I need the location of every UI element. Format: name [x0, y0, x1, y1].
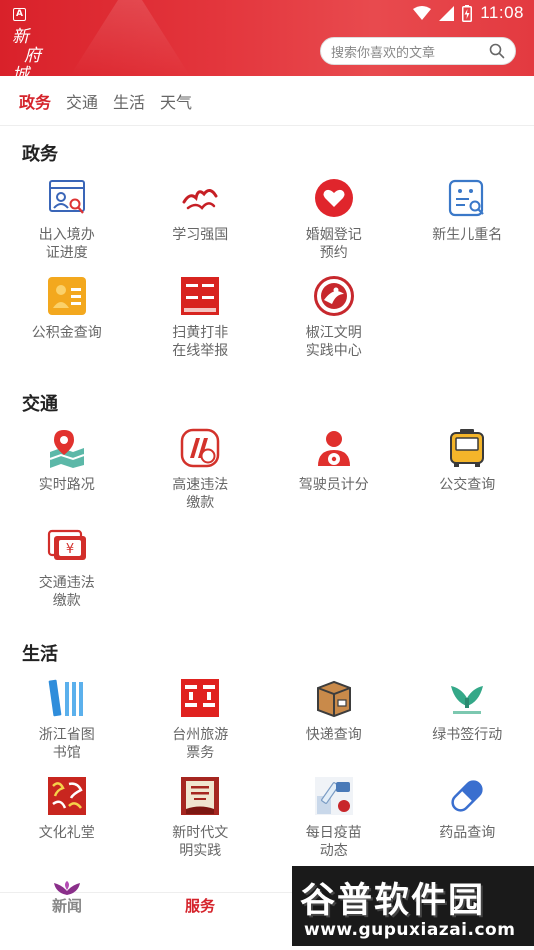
search-placeholder: 搜索你喜欢的文章 — [331, 45, 436, 61]
nav-news-label: 新闻 — [51, 897, 82, 915]
service-new-era-civilization[interactable]: 新时代文 明实践 — [134, 771, 268, 869]
package-icon — [314, 678, 354, 718]
culture-hall-icon — [47, 776, 87, 816]
highway-fine-icon — [180, 428, 220, 468]
service-label: 台州旅游 票务 — [172, 727, 229, 761]
tab-tianqi[interactable]: 天气 — [160, 89, 192, 113]
service-culture-hall[interactable]: 文化礼堂 — [0, 771, 134, 869]
bus-icon — [447, 428, 487, 468]
id-card-search-icon — [47, 178, 87, 218]
status-time: 11:08 — [480, 3, 524, 22]
travel-ticket-icon — [180, 678, 220, 718]
status-bar: A 11:08 — [0, 0, 534, 28]
service-highway-fine[interactable]: 高速违法 缴款 — [134, 423, 268, 521]
service-label: 文化礼堂 — [38, 825, 95, 841]
wifi-icon — [413, 6, 432, 20]
section-traffic: 交通 实时路况 高速违法 缴款 驾驶员计分 公交查询 ¥ 交通违法 缴款 — [0, 377, 534, 619]
xuexi-logo-icon — [180, 178, 220, 218]
service-taizhou-travel-ticket[interactable]: 台州旅游 票务 — [134, 673, 268, 771]
svg-text:¥: ¥ — [66, 542, 74, 557]
service-traffic-violation-fine[interactable]: ¥ 交通违法 缴款 — [0, 521, 134, 619]
logo-char: 城 — [12, 65, 29, 77]
name-search-icon — [447, 178, 487, 218]
service-exit-entry-progress[interactable]: 出入境办 证进度 — [0, 173, 134, 271]
search-icon — [489, 43, 505, 59]
civilization-emblem-icon — [313, 276, 354, 316]
nav-service-label: 服务 — [184, 897, 215, 915]
service-realtime-traffic[interactable]: 实时路况 — [0, 423, 134, 521]
fund-icon — [47, 276, 87, 316]
tab-shenghuo[interactable]: 生活 — [113, 89, 145, 113]
category-tabs: 政务 交通 生活 天气 — [0, 76, 534, 126]
service-label: 扫黄打非 在线举报 — [172, 325, 229, 359]
books-icon — [47, 678, 87, 718]
service-newborn-name-check[interactable]: 新生儿重名 — [401, 173, 534, 271]
logo-char: 新 — [12, 27, 29, 47]
service-label: 快递查询 — [305, 727, 362, 743]
map-pin-icon — [47, 428, 87, 468]
service-daily-vaccine[interactable]: 每日疫苗 动态 — [267, 771, 401, 869]
app-header: A 11:08 新 府 城 搜索你喜欢的文章 — [0, 0, 534, 76]
service-label: 新时代文 明实践 — [172, 825, 229, 859]
service-label: 绿书签行动 — [432, 727, 503, 743]
service-express-query[interactable]: 快递查询 — [267, 673, 401, 771]
service-anti-porn-report[interactable]: 扫黄打非 在线举报 — [134, 271, 268, 369]
service-marriage-registration[interactable]: 婚姻登记 预约 — [267, 173, 401, 271]
service-label: 驾驶员计分 — [298, 477, 369, 493]
report-icon — [180, 276, 220, 316]
section-government: 政务 出入境办 证进度 学习强国 婚姻登记 预约 新生儿重名 公积金查询 扫黄打… — [0, 127, 534, 369]
service-label: 浙江省图 书馆 — [38, 727, 95, 761]
tab-jiaotong[interactable]: 交通 — [66, 89, 98, 113]
service-label: 学习强国 — [172, 227, 229, 243]
signal-icon — [439, 5, 455, 21]
service-jiaojiang-civilization-center[interactable]: 椒江文明 实践中心 — [267, 271, 401, 369]
service-label: 出入境办 证进度 — [38, 227, 95, 261]
watermark-title: 谷普软件园 — [300, 881, 486, 921]
service-label: 新生儿重名 — [432, 227, 503, 243]
tab-zhengwu[interactable]: 政务 — [19, 89, 51, 113]
service-housing-fund[interactable]: 公积金查询 — [0, 271, 134, 369]
service-zhejiang-library[interactable]: 浙江省图 书馆 — [0, 673, 134, 771]
service-label: 交通违法 缴款 — [38, 575, 95, 609]
green-bookmark-icon — [447, 678, 487, 718]
section-title: 交通 — [22, 394, 58, 415]
nav-service[interactable]: 服务 — [155, 893, 245, 950]
heart-icon — [314, 178, 354, 218]
notification-app-icon: A — [13, 8, 26, 21]
service-label: 公交查询 — [439, 477, 496, 493]
service-xuexi-qiangguo[interactable]: 学习强国 — [134, 173, 268, 271]
service-label: 婚姻登记 预约 — [305, 227, 362, 261]
service-green-bookmark[interactable]: 绿书签行动 — [401, 673, 534, 771]
watermark-url: www.gupuxiazai.com — [304, 920, 516, 940]
search-input[interactable]: 搜索你喜欢的文章 — [320, 37, 516, 65]
watermark: 谷普软件园 www.gupuxiazai.com — [292, 866, 534, 946]
nav-news[interactable]: 新闻 — [22, 881, 112, 950]
service-driver-points[interactable]: 驾驶员计分 — [267, 423, 401, 521]
service-list: 政务 出入境办 证进度 学习强国 婚姻登记 预约 新生儿重名 公积金查询 扫黄打… — [0, 127, 534, 869]
service-drug-query[interactable]: 药品查询 — [401, 771, 534, 869]
section-title: 生活 — [22, 644, 58, 665]
service-label: 公积金查询 — [31, 325, 102, 341]
logo-char: 府 — [24, 46, 41, 66]
battery-icon — [462, 4, 473, 22]
app-logo: 新 府 城 — [12, 27, 60, 77]
new-era-book-icon — [180, 776, 220, 816]
service-label: 高速违法 缴款 — [172, 477, 229, 511]
news-icon — [54, 881, 80, 895]
driver-icon — [314, 428, 354, 468]
service-label: 每日疫苗 动态 — [305, 825, 362, 859]
service-bus-query[interactable]: 公交查询 — [401, 423, 534, 521]
vaccine-icon — [314, 776, 354, 816]
service-label: 椒江文明 实践中心 — [305, 325, 362, 359]
section-life: 生活 浙江省图 书馆 台州旅游 票务 快递查询 绿书签行动 文化礼堂 新时代文 … — [0, 627, 534, 869]
service-label: 实时路况 — [38, 477, 95, 493]
pill-icon — [447, 776, 487, 816]
traffic-fine-icon: ¥ — [47, 526, 87, 566]
section-title: 政务 — [22, 144, 58, 165]
service-label: 药品查询 — [439, 825, 496, 841]
